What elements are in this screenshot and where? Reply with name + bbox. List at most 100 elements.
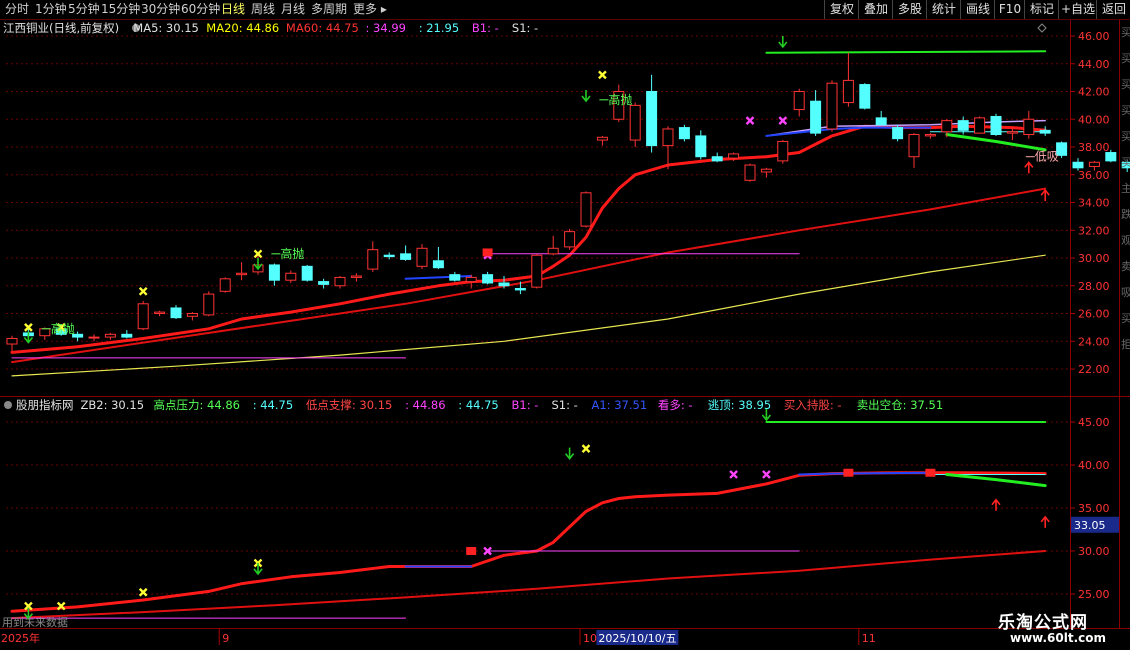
upper-legend-item-5: : 21.95 — [418, 21, 460, 35]
side-char-3: 买 — [1121, 104, 1130, 117]
period-tab-8[interactable]: 月线 — [281, 2, 305, 17]
ytick-label-p0-1: 24.00 — [1078, 335, 1110, 348]
side-char-1: 买 — [1121, 52, 1130, 65]
period-tab-6[interactable]: 日线 — [221, 2, 245, 17]
future-data-note: 用到未来数据 — [2, 615, 68, 629]
candle-body-46 — [760, 168, 772, 173]
side-char-6: 主 — [1121, 182, 1130, 195]
lower-legend-item-9: A1: 37.51 — [591, 398, 648, 412]
candle-body-49 — [810, 100, 822, 134]
lower-legend-item-5: : 44.86 — [405, 398, 446, 412]
candle-body-6 — [104, 333, 116, 338]
candle-body-44 — [728, 153, 740, 159]
candle-body-0 — [6, 337, 18, 345]
side-char-8: 观 — [1121, 234, 1130, 247]
ytick-label-p1-4: 45.00 — [1078, 416, 1110, 429]
period-tab-4[interactable]: 30分钟 — [141, 2, 180, 17]
ytick-label-p0-7: 36.00 — [1078, 169, 1110, 182]
candle-body-29 — [482, 274, 494, 284]
marker-square-p0-7 — [482, 248, 493, 257]
lower-legend-item-0: 股朋指标网 — [16, 398, 74, 412]
period-tab-1[interactable]: 1分钟 — [35, 2, 67, 17]
candle-body-54 — [892, 127, 904, 140]
candle-body-27 — [449, 274, 461, 281]
ytick-label-p1-0: 25.00 — [1078, 588, 1110, 601]
candle-body-36 — [596, 136, 608, 141]
toolbar-button-2[interactable]: 多股 — [892, 0, 927, 19]
ytick-label-p1-2: 35.00 — [1078, 502, 1110, 515]
candle-body-9 — [154, 311, 166, 314]
ytick-label-p0-2: 26.00 — [1078, 308, 1110, 321]
chart-area: 22.00 24.00 26.00 28.00 30.00 32.00 34.00 36.00… — [0, 20, 1130, 650]
period-tab-0[interactable]: 分时 — [5, 2, 29, 17]
toolbar-button-5[interactable]: F10 — [994, 0, 1025, 19]
candle-body-14 — [236, 272, 248, 276]
candle-body-66 — [1088, 161, 1100, 167]
upper-legend-item-1: MA5: 30.15 — [133, 21, 199, 35]
toolbar-button-1[interactable]: 叠加 — [858, 0, 893, 19]
candle-body-43 — [711, 156, 723, 162]
toolbar-button-6[interactable]: 标记 — [1024, 0, 1059, 19]
current-value-label: 33.05 — [1074, 519, 1106, 532]
candle-body-32 — [531, 254, 543, 288]
ytick-label-p0-5: 32.00 — [1078, 224, 1110, 237]
candle-body-57 — [941, 120, 953, 133]
ytick-label-p0-6: 34.00 — [1078, 197, 1110, 210]
side-char-9: 卖 — [1121, 260, 1130, 273]
lower-legend-item-3: : 44.75 — [252, 398, 294, 412]
toolbar-button-3[interactable]: 统计 — [926, 0, 961, 19]
upper-legend-item-2: MA20: 44.86 — [206, 21, 280, 35]
marker-square-p1-13 — [843, 468, 854, 477]
indicator-settings-icon[interactable] — [4, 401, 12, 409]
toolbar-button-7[interactable]: +自选 — [1058, 0, 1097, 19]
ytick-label-p0-11: 44.00 — [1078, 58, 1110, 71]
lower-legend-item-10: 看多: - — [657, 398, 693, 412]
annotation-text-1: 高抛 — [280, 246, 304, 261]
side-char-11: 买 — [1121, 312, 1130, 325]
ytick-label-p0-3: 28.00 — [1078, 280, 1110, 293]
candle-body-53 — [875, 117, 887, 126]
upper-legend-item-6: B1: - — [471, 21, 499, 35]
upper-legend-item-7: S1: - — [511, 21, 539, 35]
side-char-7: 跌 — [1121, 207, 1130, 221]
upper-legend-item-3: MA60: 44.75 — [285, 21, 359, 35]
lower-legend-item-6: : 44.75 — [458, 398, 499, 412]
candle-body-48 — [793, 91, 805, 111]
candle-body-7 — [121, 333, 133, 338]
date-label-0: 2025年 — [1, 631, 40, 645]
watermark-title: 乐淘公式网 — [998, 613, 1088, 633]
period-tab-5[interactable]: 60分钟 — [181, 2, 220, 17]
candle-body-12 — [203, 293, 215, 316]
period-tab-9[interactable]: 多周期 — [311, 2, 347, 17]
date-label-1: 9 — [222, 632, 229, 645]
lower-legend-item-8: S1: - — [551, 398, 578, 412]
candle-body-22 — [367, 249, 379, 270]
lower-legend-item-2: 高点压力: 44.86 — [153, 398, 240, 412]
ytick-label-p1-3: 40.00 — [1078, 459, 1110, 472]
candle-body-13 — [219, 278, 231, 292]
toolbar-button-0[interactable]: 复权 — [824, 0, 859, 19]
marker-square-p1-7 — [466, 547, 477, 555]
upper-legend-item-4: : 34.99 — [365, 21, 406, 35]
toolbar-button-4[interactable]: 画线 — [960, 0, 995, 19]
side-char-12: 拒 — [1121, 338, 1130, 351]
candle-body-31 — [514, 288, 526, 291]
period-tab-2[interactable]: 5分钟 — [68, 2, 100, 17]
period-tab-10[interactable]: 更多 ▸ — [353, 2, 387, 17]
candle-body-8 — [137, 303, 149, 330]
candle-body-52 — [859, 84, 871, 109]
candle-body-58 — [957, 120, 969, 131]
candle-body-11 — [186, 313, 198, 317]
candle-body-17 — [285, 272, 297, 281]
lower-legend-item-13: 卖出空仓: 37.51 — [856, 398, 944, 412]
toolbar-button-8[interactable]: 返回 — [1096, 0, 1130, 19]
side-char-4: 买 — [1121, 130, 1130, 143]
candle-body-33 — [547, 247, 559, 255]
candle-body-25 — [416, 247, 428, 267]
candle-body-2 — [39, 328, 51, 337]
candle-body-61 — [1006, 131, 1018, 134]
period-tab-7[interactable]: 周线 — [251, 2, 275, 17]
period-tab-3[interactable]: 15分钟 — [101, 2, 140, 17]
candle-body-35 — [580, 192, 592, 227]
candle-body-20 — [334, 276, 346, 287]
